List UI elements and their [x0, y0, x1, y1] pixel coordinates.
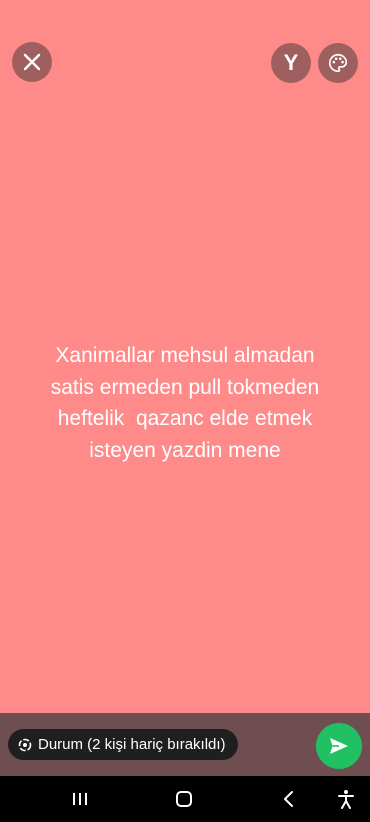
accessibility-icon [338, 790, 354, 809]
status-canvas[interactable]: Y Xanimallar mehsul almadan satis ermede… [0, 0, 370, 713]
recents-button[interactable] [62, 776, 98, 822]
send-icon [330, 738, 348, 754]
composer-bar: Durum (2 kişi hariç bırakıldı) [0, 713, 370, 776]
audience-selector[interactable]: Durum (2 kişi hariç bırakıldı) [8, 729, 238, 760]
home-icon [176, 791, 192, 807]
send-button[interactable] [316, 723, 362, 769]
system-navigation-bar [0, 776, 370, 822]
color-palette-button[interactable] [318, 43, 358, 83]
recents-icon [73, 793, 87, 805]
back-icon [284, 791, 293, 807]
font-label: Y [283, 50, 299, 75]
home-button[interactable] [166, 776, 202, 822]
status-ring-icon [18, 738, 32, 751]
audience-label: Durum (2 kişi hariç bırakıldı) [38, 736, 226, 753]
palette-icon [329, 53, 348, 73]
font-button[interactable]: Y [271, 43, 311, 83]
back-button[interactable] [270, 776, 306, 822]
status-text[interactable]: Xanimallar mehsul almadan satis ermeden … [22, 340, 348, 466]
accessibility-button[interactable] [328, 776, 364, 822]
close-icon [23, 53, 41, 71]
close-button[interactable] [12, 42, 52, 82]
